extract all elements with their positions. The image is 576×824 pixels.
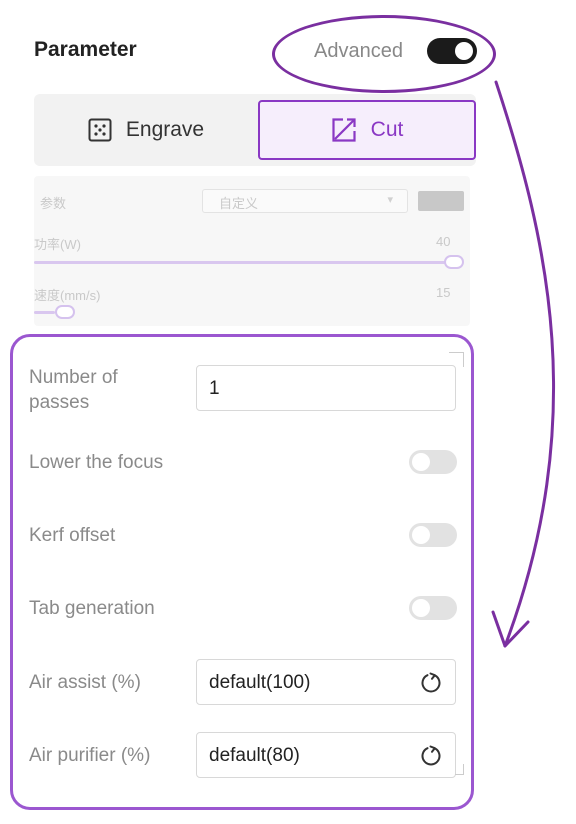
annotation-ellipse: [272, 15, 496, 93]
power-slider-thumb[interactable]: [444, 255, 464, 269]
param-label: 参数: [40, 196, 67, 211]
tab-engrave-label: Engrave: [125, 118, 205, 141]
air-purifier-value: default(80): [209, 745, 300, 766]
preset-value: 自定义: [219, 196, 259, 211]
passes-value: 1: [209, 378, 220, 399]
basic-parameters-panel: 参数 自定义 ▾ 功率(W) 40 速度(mm/s) 15: [34, 176, 470, 326]
chevron-down-icon: ▾: [387, 194, 393, 206]
power-slider-track[interactable]: [34, 261, 454, 264]
passes-label: Number of passes: [29, 367, 118, 413]
edit-preset-button[interactable]: [418, 191, 464, 211]
air-assist-input[interactable]: default(100): [196, 659, 456, 705]
reset-icon[interactable]: [419, 671, 443, 700]
power-value: 40: [436, 234, 451, 249]
speed-slider-track[interactable]: [34, 311, 55, 314]
kerf-offset-toggle[interactable]: [409, 523, 457, 547]
tab-generation-label: Tab generation: [29, 598, 155, 619]
engrave-icon: [88, 118, 112, 142]
cut-icon: [331, 117, 357, 143]
speed-slider-thumb[interactable]: [55, 305, 75, 319]
air-purifier-label: Air purifier (%): [29, 745, 151, 766]
tab-generation-toggle[interactable]: [409, 596, 457, 620]
kerf-offset-label: Kerf offset: [29, 525, 116, 546]
passes-input[interactable]: 1: [196, 365, 456, 411]
air-assist-label: Air assist (%): [29, 672, 141, 693]
air-purifier-input[interactable]: default(80): [196, 732, 456, 778]
toggle-knob: [412, 599, 430, 617]
toggle-knob: [412, 526, 430, 544]
lower-focus-label: Lower the focus: [29, 452, 164, 473]
reset-icon[interactable]: [419, 744, 443, 773]
lower-focus-toggle[interactable]: [409, 450, 457, 474]
tab-cut[interactable]: Cut: [258, 100, 476, 160]
speed-label: 速度(mm/s): [34, 288, 101, 303]
resize-handle: [455, 764, 464, 775]
tab-cut-label: Cut: [370, 118, 404, 141]
preset-select[interactable]: 自定义 ▾: [202, 189, 408, 213]
power-label: 功率(W): [34, 237, 81, 252]
page-title: Parameter: [34, 38, 137, 61]
speed-value: 15: [436, 285, 451, 300]
mode-switch: Engrave Cut: [34, 94, 476, 166]
tab-engrave[interactable]: Engrave: [40, 100, 252, 160]
air-assist-value: default(100): [209, 672, 311, 693]
toggle-knob: [412, 453, 430, 471]
